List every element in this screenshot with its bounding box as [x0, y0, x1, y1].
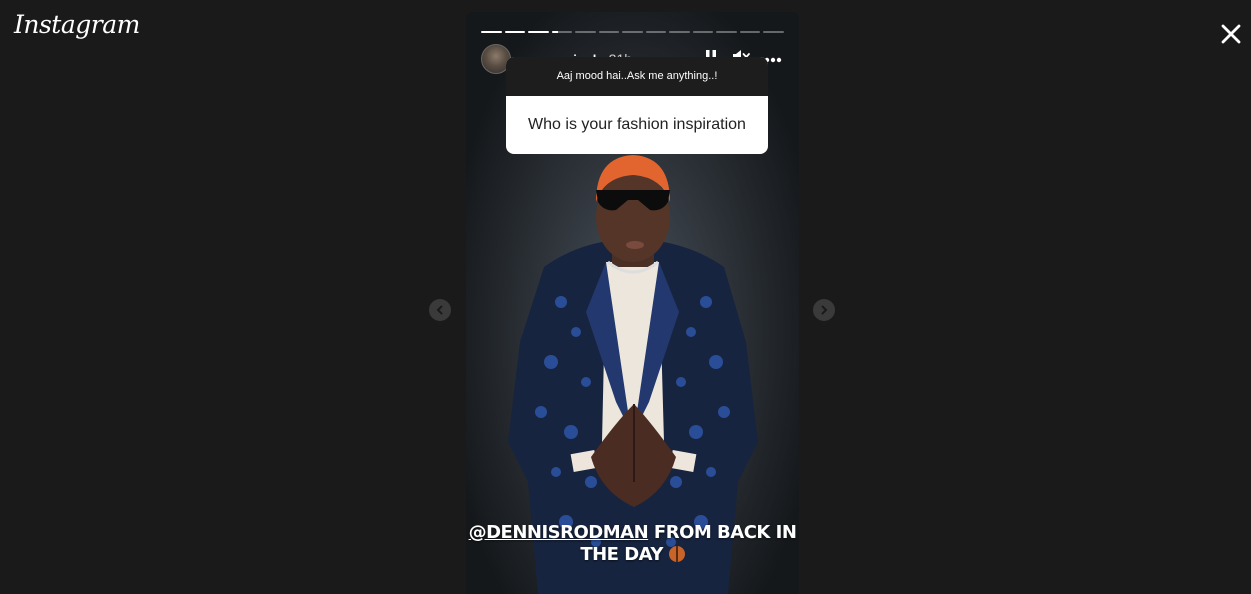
chevron-right-icon	[821, 305, 828, 315]
caption-text-2: THE DAY	[580, 544, 663, 565]
mention-link[interactable]: @DENNISRODMAN	[469, 522, 649, 543]
instagram-logo[interactable]: Instagram	[14, 10, 140, 39]
question-prompt: Aaj mood hai..Ask me anything..!	[506, 57, 768, 96]
basketball-emoji-icon	[668, 546, 685, 562]
chevron-left-icon	[436, 305, 443, 315]
caption-line-2: THE DAY	[466, 544, 799, 566]
caption-line-1: @DENNISRODMAN FROM BACK IN	[466, 522, 799, 544]
question-sticker[interactable]: Aaj mood hai..Ask me anything..! Who is …	[506, 57, 768, 154]
story-viewer[interactable]: ranveersingh 21h Aaj moo	[466, 12, 799, 594]
story-caption: @DENNISRODMAN FROM BACK IN THE DAY	[466, 522, 799, 566]
close-icon	[1221, 24, 1241, 44]
next-story-button[interactable]	[813, 299, 835, 321]
question-answer: Who is your fashion inspiration	[528, 116, 746, 133]
previous-story-button[interactable]	[429, 299, 451, 321]
story-progress-bar	[481, 31, 784, 33]
close-button[interactable]	[1216, 19, 1246, 49]
caption-text: FROM BACK IN	[648, 522, 797, 543]
